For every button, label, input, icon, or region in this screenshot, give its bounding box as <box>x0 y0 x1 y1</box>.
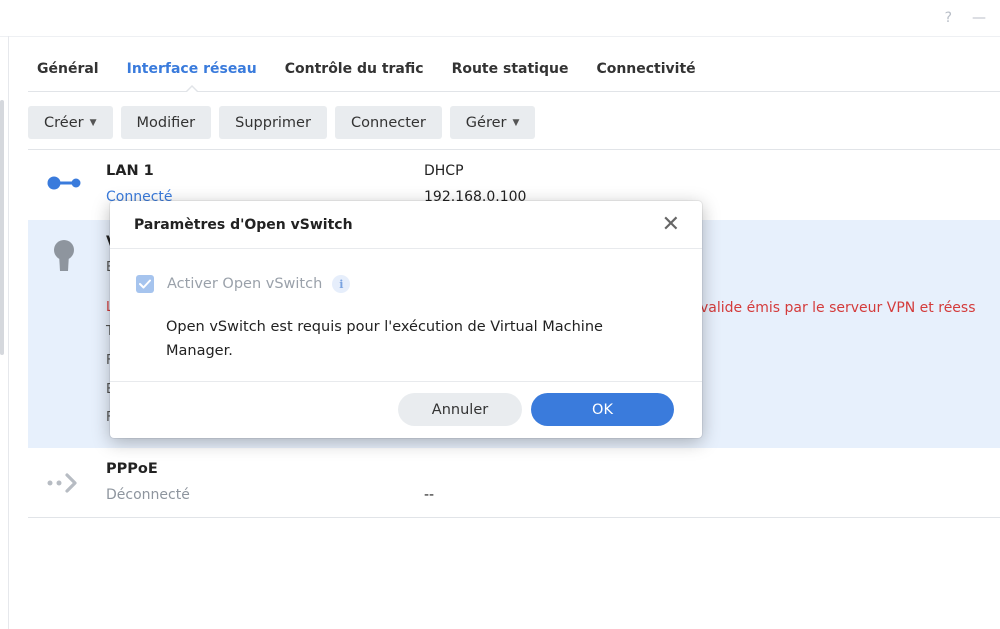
connect-button-label: Connecter <box>350 114 426 131</box>
caret-down-icon: ▼ <box>512 117 520 128</box>
tab-bar: Général Interface réseau Contrôle du tra… <box>28 56 1000 92</box>
dialog-description: Open vSwitch est requis pour l'exécution… <box>166 319 603 359</box>
create-button-label: Créer <box>44 114 84 131</box>
modify-button[interactable]: Modifier <box>120 106 212 139</box>
close-icon[interactable]: ✕ <box>662 212 680 238</box>
interface-status: Déconnecté <box>106 487 190 503</box>
tab-static-route[interactable]: Route statique <box>452 56 569 91</box>
tab-network-interface[interactable]: Interface réseau <box>127 56 257 91</box>
pppoe-disconnected-icon <box>47 473 77 493</box>
page: ? — Général Interface réseau Contrôle du… <box>0 0 1000 629</box>
window-controls: ? — <box>900 0 1000 36</box>
dialog-footer-divider <box>110 381 702 382</box>
enable-ovs-label: Activer Open vSwitch <box>167 276 323 292</box>
ok-button[interactable]: OK <box>531 393 674 426</box>
tab-traffic-control[interactable]: Contrôle du trafic <box>285 56 424 91</box>
left-panel-edge <box>8 36 9 629</box>
checkmark-icon <box>139 279 151 289</box>
manage-button[interactable]: Gérer ▼ <box>449 106 536 139</box>
minimize-icon[interactable]: — <box>972 10 986 26</box>
cancel-button[interactable]: Annuler <box>398 393 522 426</box>
interface-row-pppoe[interactable]: PPPoE Déconnecté -- <box>28 448 1000 518</box>
lock-icon <box>54 240 74 271</box>
interface-mode: DHCP <box>424 163 464 179</box>
ethernet-connected-icon <box>47 176 81 190</box>
enable-ovs-option: Activer Open vSwitch i <box>136 275 351 293</box>
caret-down-icon: ▼ <box>89 117 97 128</box>
connect-button[interactable]: Connecter <box>334 106 442 139</box>
enable-ovs-checkbox[interactable] <box>136 275 154 293</box>
modify-button-label: Modifier <box>136 114 196 131</box>
delete-button-label: Supprimer <box>235 114 311 131</box>
left-scrollbar[interactable] <box>0 100 4 355</box>
interface-name: PPPoE <box>106 461 158 477</box>
vpn-error-text: valide émis par le serveur VPN et réess <box>700 300 976 316</box>
open-vswitch-dialog: Paramètres d'Open vSwitch ✕ Activer Open… <box>110 201 702 438</box>
tab-connectivity[interactable]: Connectivité <box>596 56 695 91</box>
info-icon[interactable]: i <box>332 275 351 293</box>
interface-ip: -- <box>424 487 435 503</box>
tab-general[interactable]: Général <box>37 56 99 91</box>
top-divider <box>0 36 1000 37</box>
manage-button-label: Gérer <box>465 114 507 131</box>
delete-button[interactable]: Supprimer <box>219 106 327 139</box>
create-button[interactable]: Créer ▼ <box>28 106 113 139</box>
interface-name: LAN 1 <box>106 163 154 179</box>
help-icon[interactable]: ? <box>945 10 952 26</box>
dialog-header-divider <box>110 248 702 249</box>
toolbar: Créer ▼ Modifier Supprimer Connecter Gér… <box>28 106 536 139</box>
dialog-title: Paramètres d'Open vSwitch <box>134 217 353 233</box>
